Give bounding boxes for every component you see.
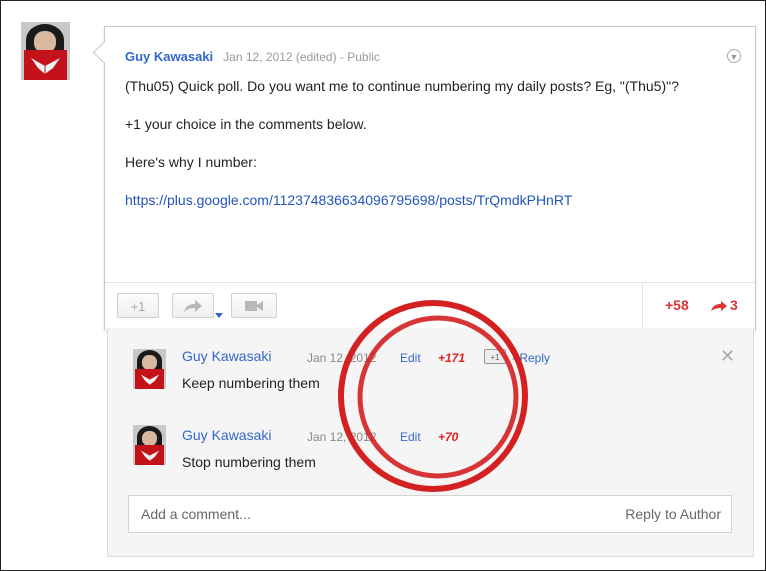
comment-author-name[interactable]: Guy Kawasaki <box>182 427 271 443</box>
comment-text: Keep numbering them <box>182 375 320 391</box>
add-comment-box[interactable]: Reply to Author <box>128 495 732 533</box>
comment-plus-count[interactable]: +70 <box>438 430 458 444</box>
comment-avatar[interactable] <box>133 425 166 465</box>
post-author-avatar[interactable] <box>21 22 70 80</box>
menu-dropdown-icon[interactable]: ▼ <box>727 49 741 63</box>
post-header: Guy Kawasaki Jan 12, 2012 (edited) - Pub… <box>125 49 380 64</box>
hangout-video-button[interactable] <box>231 293 277 318</box>
comment-avatar[interactable] <box>133 349 166 389</box>
add-comment-input[interactable] <box>139 505 563 523</box>
plus-one-button[interactable]: +1 <box>117 293 159 318</box>
comment-plus-one-label: +1 <box>490 353 500 362</box>
comment-edit-link[interactable]: Edit <box>400 351 421 365</box>
post-meta: Jan 12, 2012 (edited) - Public <box>223 50 380 64</box>
post-counts: +58 3 <box>642 283 755 330</box>
post-author-name[interactable]: Guy Kawasaki <box>125 49 213 64</box>
share-count[interactable]: 3 <box>730 297 738 313</box>
comments-section: Guy Kawasaki Jan 12, 2012 Edit +171 +1 -… <box>107 328 754 557</box>
share-button[interactable] <box>172 293 214 318</box>
post-line-3: Here's why I number: <box>125 154 257 170</box>
comment-plus-count[interactable]: +171 <box>438 351 465 365</box>
post-body: (Thu05) Quick poll. Do you want me to co… <box>125 77 740 229</box>
post-line-1: (Thu05) Quick poll. Do you want me to co… <box>125 78 679 94</box>
post-actions-bar: +1 +58 3 <box>105 282 755 330</box>
reshare-arrow-icon <box>711 301 727 311</box>
share-dropdown-icon[interactable] <box>215 313 223 318</box>
video-camera-icon <box>245 301 263 311</box>
post-line-2: +1 your choice in the comments below. <box>125 116 367 132</box>
share-arrow-icon <box>184 300 202 312</box>
comment-text: Stop numbering them <box>182 454 316 470</box>
post-link[interactable]: https://plus.google.com/1123748366340967… <box>125 192 572 208</box>
comment-plus-one-button[interactable]: +1 <box>484 349 506 364</box>
close-icon[interactable]: ✕ <box>720 346 735 367</box>
post-card: Guy Kawasaki Jan 12, 2012 (edited) - Pub… <box>92 26 756 330</box>
plus-one-label: +1 <box>130 299 146 314</box>
comment-date[interactable]: Jan 12, 2012 <box>307 430 376 444</box>
plus-count[interactable]: +58 <box>665 297 689 313</box>
reply-to-author-link[interactable]: Reply to Author <box>625 506 721 522</box>
comment-author-name[interactable]: Guy Kawasaki <box>182 348 271 364</box>
comment-reply-link[interactable]: - Reply <box>512 351 550 365</box>
comment-date[interactable]: Jan 12, 2012 <box>307 351 376 365</box>
comment-edit-link[interactable]: Edit <box>400 430 421 444</box>
